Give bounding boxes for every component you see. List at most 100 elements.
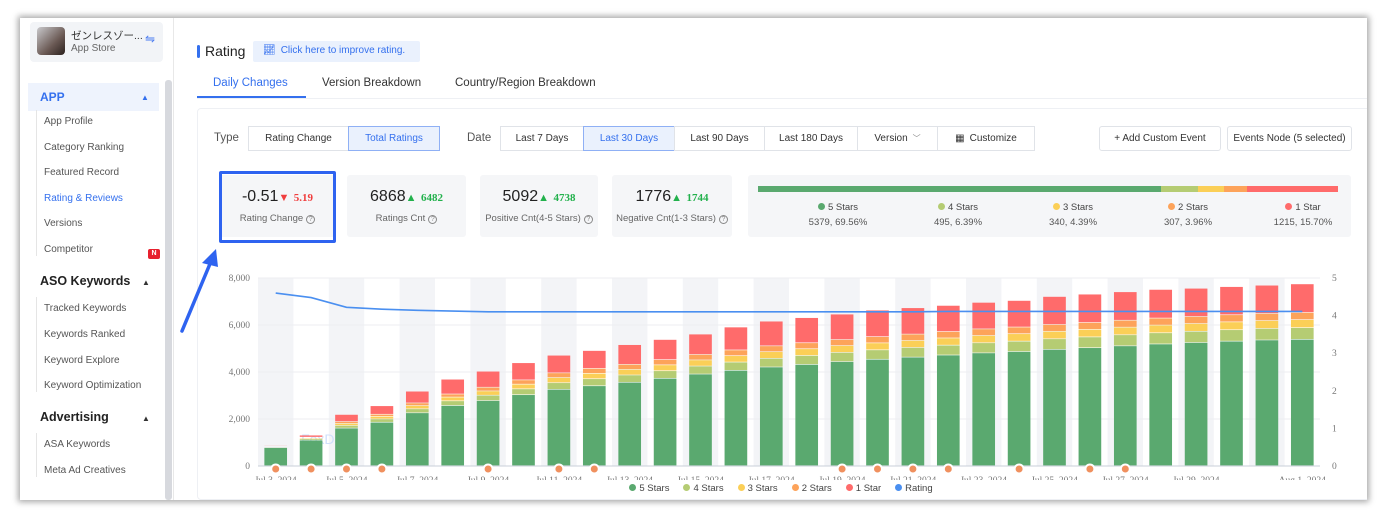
type-rating-change[interactable]: Rating Change	[248, 126, 349, 151]
bar-segment	[1078, 348, 1102, 466]
improve-rating-link[interactable]: 📈︎ Click here to improve rating.	[253, 41, 420, 62]
bar-segment	[476, 371, 500, 387]
date-last-180-days[interactable]: Last 180 Days	[764, 126, 858, 151]
bar-segment	[830, 339, 854, 346]
help-icon[interactable]: ?	[428, 215, 438, 224]
bar-segment	[547, 355, 571, 373]
date-last-7-days[interactable]: Last 7 Days	[500, 126, 584, 151]
bar-segment	[1043, 296, 1066, 325]
x-tick-label: Jul 15, 2024	[677, 476, 724, 480]
sidebar-item-versions[interactable]: Versions	[44, 218, 82, 229]
y-right-tick-label: 0	[1332, 462, 1337, 472]
bar-segment	[370, 416, 394, 419]
active-tab-indicator	[197, 96, 306, 98]
bar-segment	[547, 389, 571, 466]
bar-segment	[759, 367, 783, 466]
event-marker	[376, 463, 388, 475]
app-switcher[interactable]: ゼンレスゾー... App Store ⇋	[30, 22, 163, 62]
stat-delta: 1744	[686, 192, 709, 204]
distribution-label: 3 Stars	[1062, 202, 1094, 213]
bar-segment	[299, 435, 323, 437]
legend-item[interactable]: 5 Stars	[629, 483, 669, 494]
bar-segment	[759, 321, 783, 346]
legend-dot-icon	[1052, 203, 1060, 210]
bar-segment	[795, 343, 819, 349]
legend-item[interactable]: 2 Stars	[791, 483, 832, 494]
improve-rating-label: Click here to improve rating.	[280, 45, 406, 56]
bar-segment	[1220, 315, 1243, 322]
bar-segment	[618, 364, 642, 370]
legend-dot-icon	[895, 484, 903, 491]
bar-segment	[1255, 320, 1279, 329]
bar-segment	[972, 343, 996, 353]
bar-segment	[1290, 319, 1314, 328]
bar-segment	[1220, 322, 1243, 330]
calendar-icon: ▦	[955, 133, 965, 144]
event-marker	[836, 463, 848, 475]
bar-segment	[936, 355, 960, 466]
sidebar-item-featured-record[interactable]: Featured Record	[44, 167, 119, 178]
bar-segment	[1184, 316, 1208, 324]
legend-item[interactable]: 1 Star	[845, 483, 881, 494]
bar-segment	[1255, 313, 1279, 321]
sidebar-section-app[interactable]: APP ▲	[28, 83, 159, 111]
legend-dot-icon	[937, 203, 945, 210]
bar-segment	[335, 421, 358, 424]
y-left-tick-label: 0	[245, 462, 250, 472]
y-right-tick-label: 2	[1332, 387, 1337, 397]
tab-version-breakdown[interactable]: Version Breakdown	[322, 77, 421, 89]
swap-icon[interactable]: ⇋	[145, 32, 155, 46]
tab-daily-changes[interactable]: Daily Changes	[213, 77, 288, 89]
bar-segment	[972, 335, 996, 343]
distribution-item: 1 Star 1215, 15.70%	[1243, 202, 1363, 228]
distribution-segment	[758, 186, 1162, 192]
bar-segment	[1255, 340, 1279, 466]
bar-segment	[689, 374, 712, 466]
date-last-90-days[interactable]: Last 90 Days	[674, 126, 765, 151]
x-tick-label: Jul 23, 2024	[960, 476, 1007, 480]
type-total-ratings[interactable]: Total Ratings	[348, 126, 440, 151]
version-dropdown[interactable]: Version ﹀	[857, 126, 938, 151]
y-left-tick-label: 6,000	[229, 321, 251, 331]
chart-legend: 5 Stars 4 Stars 3 Stars 2 Stars 1 Star Rating	[20, 483, 1367, 494]
bar-segment	[759, 358, 783, 367]
bar-segment	[830, 314, 854, 340]
bar-segment	[512, 384, 535, 389]
bar-segment	[1043, 324, 1066, 331]
bar-segment	[335, 425, 358, 428]
arrow-up-icon: ▲	[538, 192, 550, 204]
bar-segment	[405, 391, 429, 403]
bar-segment	[1078, 329, 1102, 337]
add-custom-event-button[interactable]: + Add Custom Event	[1099, 126, 1221, 151]
events-node-button[interactable]: Events Node (5 selected)	[1227, 126, 1352, 151]
legend-item[interactable]: 4 Stars	[683, 483, 724, 494]
bar-segment	[476, 395, 500, 401]
sidebar-item-rating-reviews[interactable]: Rating & Reviews	[44, 193, 123, 204]
app-window: ゼンレスゾー... App Store ⇋ APP ▲ App Profile Ca…	[20, 18, 1367, 500]
help-icon[interactable]: ?	[718, 215, 728, 224]
bar-segment	[689, 366, 712, 374]
tab-country-region-breakdown[interactable]: Country/Region Breakdown	[455, 77, 596, 89]
bar-segment	[1113, 327, 1137, 335]
bar-segment	[405, 405, 429, 409]
distribution-label: 1 Star	[1295, 202, 1321, 213]
bar-segment	[1043, 349, 1066, 466]
help-icon[interactable]: ?	[583, 215, 593, 224]
sidebar-item-category-ranking[interactable]: Category Ranking	[44, 142, 124, 153]
date-selector: Last 7 Days Last 30 Days Last 90 Days La…	[500, 126, 1035, 151]
legend-item[interactable]: Rating	[895, 483, 933, 494]
stat-label: Positive Cnt(4-5 Stars)	[485, 213, 581, 224]
y-left-tick-label: 4,000	[229, 368, 251, 378]
x-tick-label: Aug 1, 2024	[1279, 476, 1326, 480]
bar-segment	[582, 379, 606, 386]
bar-segment	[866, 336, 889, 343]
distribution-item: 4 Stars 495, 6.39%	[898, 202, 1018, 228]
legend-item[interactable]: 3 Stars	[737, 483, 778, 494]
highlight-box	[219, 171, 336, 243]
date-last-30-days[interactable]: Last 30 Days	[583, 126, 675, 151]
sidebar-item-app-profile[interactable]: App Profile	[44, 116, 93, 127]
customize-button[interactable]: ▦ Customize	[937, 126, 1035, 151]
distribution-value: 495, 6.39%	[933, 217, 983, 228]
bar-segment	[724, 362, 748, 370]
page-title: Rating	[205, 43, 246, 59]
